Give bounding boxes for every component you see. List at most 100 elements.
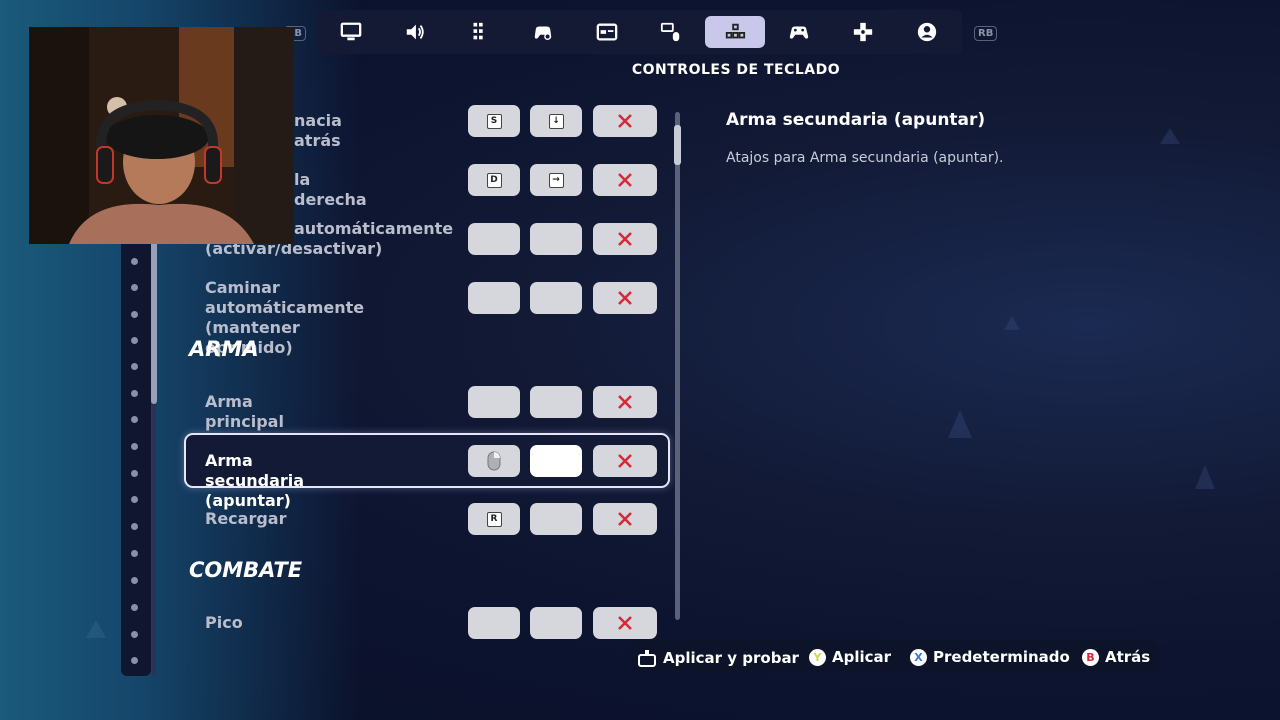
rail-dot[interactable] [131, 337, 138, 344]
rail-dot[interactable] [131, 284, 138, 291]
default-button[interactable]: X Predeterminado [910, 648, 1070, 666]
monitor-icon [340, 22, 362, 41]
binding-slot-2[interactable]: ↓ [530, 105, 582, 137]
tab-keyboard-controls[interactable] [705, 16, 765, 48]
tab-controller[interactable] [769, 16, 829, 48]
binding-slot-2[interactable] [530, 445, 582, 477]
rail-dot[interactable] [131, 523, 138, 530]
key-cap: D [486, 172, 502, 188]
bg-triangle [1160, 128, 1180, 144]
tab-dpad[interactable] [833, 16, 893, 48]
back-label: Atrás [1105, 648, 1151, 666]
rail-dot[interactable] [131, 550, 138, 557]
binding-slot-1[interactable] [468, 223, 520, 255]
rail-dot[interactable] [131, 657, 138, 664]
binding-label: Pico [205, 613, 243, 632]
apply-label: Aplicar [832, 648, 892, 666]
rail-dot[interactable] [131, 416, 138, 423]
binding-slot-1[interactable]: S [468, 105, 520, 137]
controller-icon [789, 26, 809, 39]
rail-dot[interactable] [131, 443, 138, 450]
close-x-icon [618, 173, 632, 187]
bg-triangle [1195, 465, 1215, 489]
binding-label: Recargar [205, 509, 287, 528]
key-cap: R [486, 511, 502, 527]
clear-binding-button[interactable] [593, 607, 657, 639]
clear-binding-button[interactable] [593, 445, 657, 477]
clear-binding-button[interactable] [593, 386, 657, 418]
y-button-icon: Y [809, 648, 826, 666]
key-cap: ↓ [548, 113, 564, 129]
settings-tab-bar [318, 10, 962, 54]
binding-label: Arma secundaria (apuntar) [205, 451, 305, 510]
apply-and-test-label: Aplicar y probar [663, 649, 799, 667]
page-title: CONTROLES DE TECLADO [631, 62, 841, 78]
binding-slot-1[interactable] [468, 282, 520, 314]
detail-title: Arma secundaria (apuntar) [726, 110, 986, 130]
binding-slot-1[interactable] [468, 386, 520, 418]
rail-dot[interactable] [131, 258, 138, 265]
binding-slot-1[interactable]: D [468, 164, 520, 196]
speaker-icon [406, 24, 424, 40]
rail-thumb[interactable] [151, 240, 157, 404]
clear-binding-button[interactable] [593, 223, 657, 255]
clear-binding-button[interactable] [593, 282, 657, 314]
tab-game-ui[interactable] [449, 16, 509, 48]
binding-slot-2[interactable] [530, 282, 582, 314]
bg-triangle [948, 410, 972, 438]
clear-binding-button[interactable] [593, 105, 657, 137]
key-cap: → [548, 172, 564, 188]
rail-dot[interactable] [131, 577, 138, 584]
list-scroll-thumb[interactable] [674, 125, 681, 165]
close-x-icon [618, 114, 632, 128]
binding-slot-2[interactable]: → [530, 164, 582, 196]
close-x-icon [618, 616, 632, 630]
tab-controller-settings[interactable] [513, 16, 573, 48]
binding-slot-2[interactable] [530, 223, 582, 255]
apply-and-test-button[interactable]: Aplicar y probar [637, 648, 799, 668]
section-heading-combate: COMBATE [189, 558, 303, 582]
rail-dot[interactable] [131, 631, 138, 638]
gamepad-settings-icon [534, 26, 552, 41]
detail-description: Atajos para Arma secundaria (apuntar). [726, 150, 1004, 166]
close-x-icon [618, 291, 632, 305]
binding-slot-1[interactable]: R [468, 503, 520, 535]
bg-triangle [1004, 316, 1020, 330]
close-x-icon [618, 512, 632, 526]
tab-window[interactable] [577, 16, 637, 48]
binding-slot-1[interactable] [468, 445, 520, 477]
binding-slot-2[interactable] [530, 607, 582, 639]
keyboard-controls-icon [725, 23, 746, 39]
close-x-icon [618, 454, 632, 468]
grid-icon [473, 22, 483, 40]
rail-dot[interactable] [131, 390, 138, 397]
binding-label-line: Caminar automáticamente [205, 278, 365, 317]
binding-slot-2[interactable] [530, 386, 582, 418]
b-button-icon: B [1082, 648, 1099, 666]
apply-button[interactable]: Y Aplicar [809, 648, 891, 666]
tab-account[interactable] [897, 16, 957, 48]
tab-audio[interactable] [385, 16, 445, 48]
rail-dot[interactable] [131, 496, 138, 503]
clear-binding-button[interactable] [593, 503, 657, 535]
tab-keyboard-mouse[interactable] [641, 16, 701, 48]
rail-dot[interactable] [131, 470, 138, 477]
keyboard-mouse-icon [660, 22, 680, 42]
back-button[interactable]: B Atrás [1082, 648, 1150, 666]
keyboard-key-icon [638, 650, 656, 667]
rail-dot[interactable] [131, 604, 138, 611]
close-x-icon [618, 232, 632, 246]
dpad-icon [853, 22, 873, 42]
tab-video[interactable] [321, 16, 381, 48]
binding-slot-1[interactable] [468, 607, 520, 639]
x-button-icon: X [910, 648, 927, 666]
binding-slot-2[interactable] [530, 503, 582, 535]
webcam-overlay [29, 27, 294, 244]
binding-label: la derecha [294, 170, 367, 209]
mouse-right-icon [487, 451, 501, 471]
rail-dot[interactable] [131, 363, 138, 370]
list-scrollbar[interactable] [675, 112, 680, 620]
rail-dot[interactable] [131, 311, 138, 318]
key-cap: S [486, 113, 502, 129]
clear-binding-button[interactable] [593, 164, 657, 196]
